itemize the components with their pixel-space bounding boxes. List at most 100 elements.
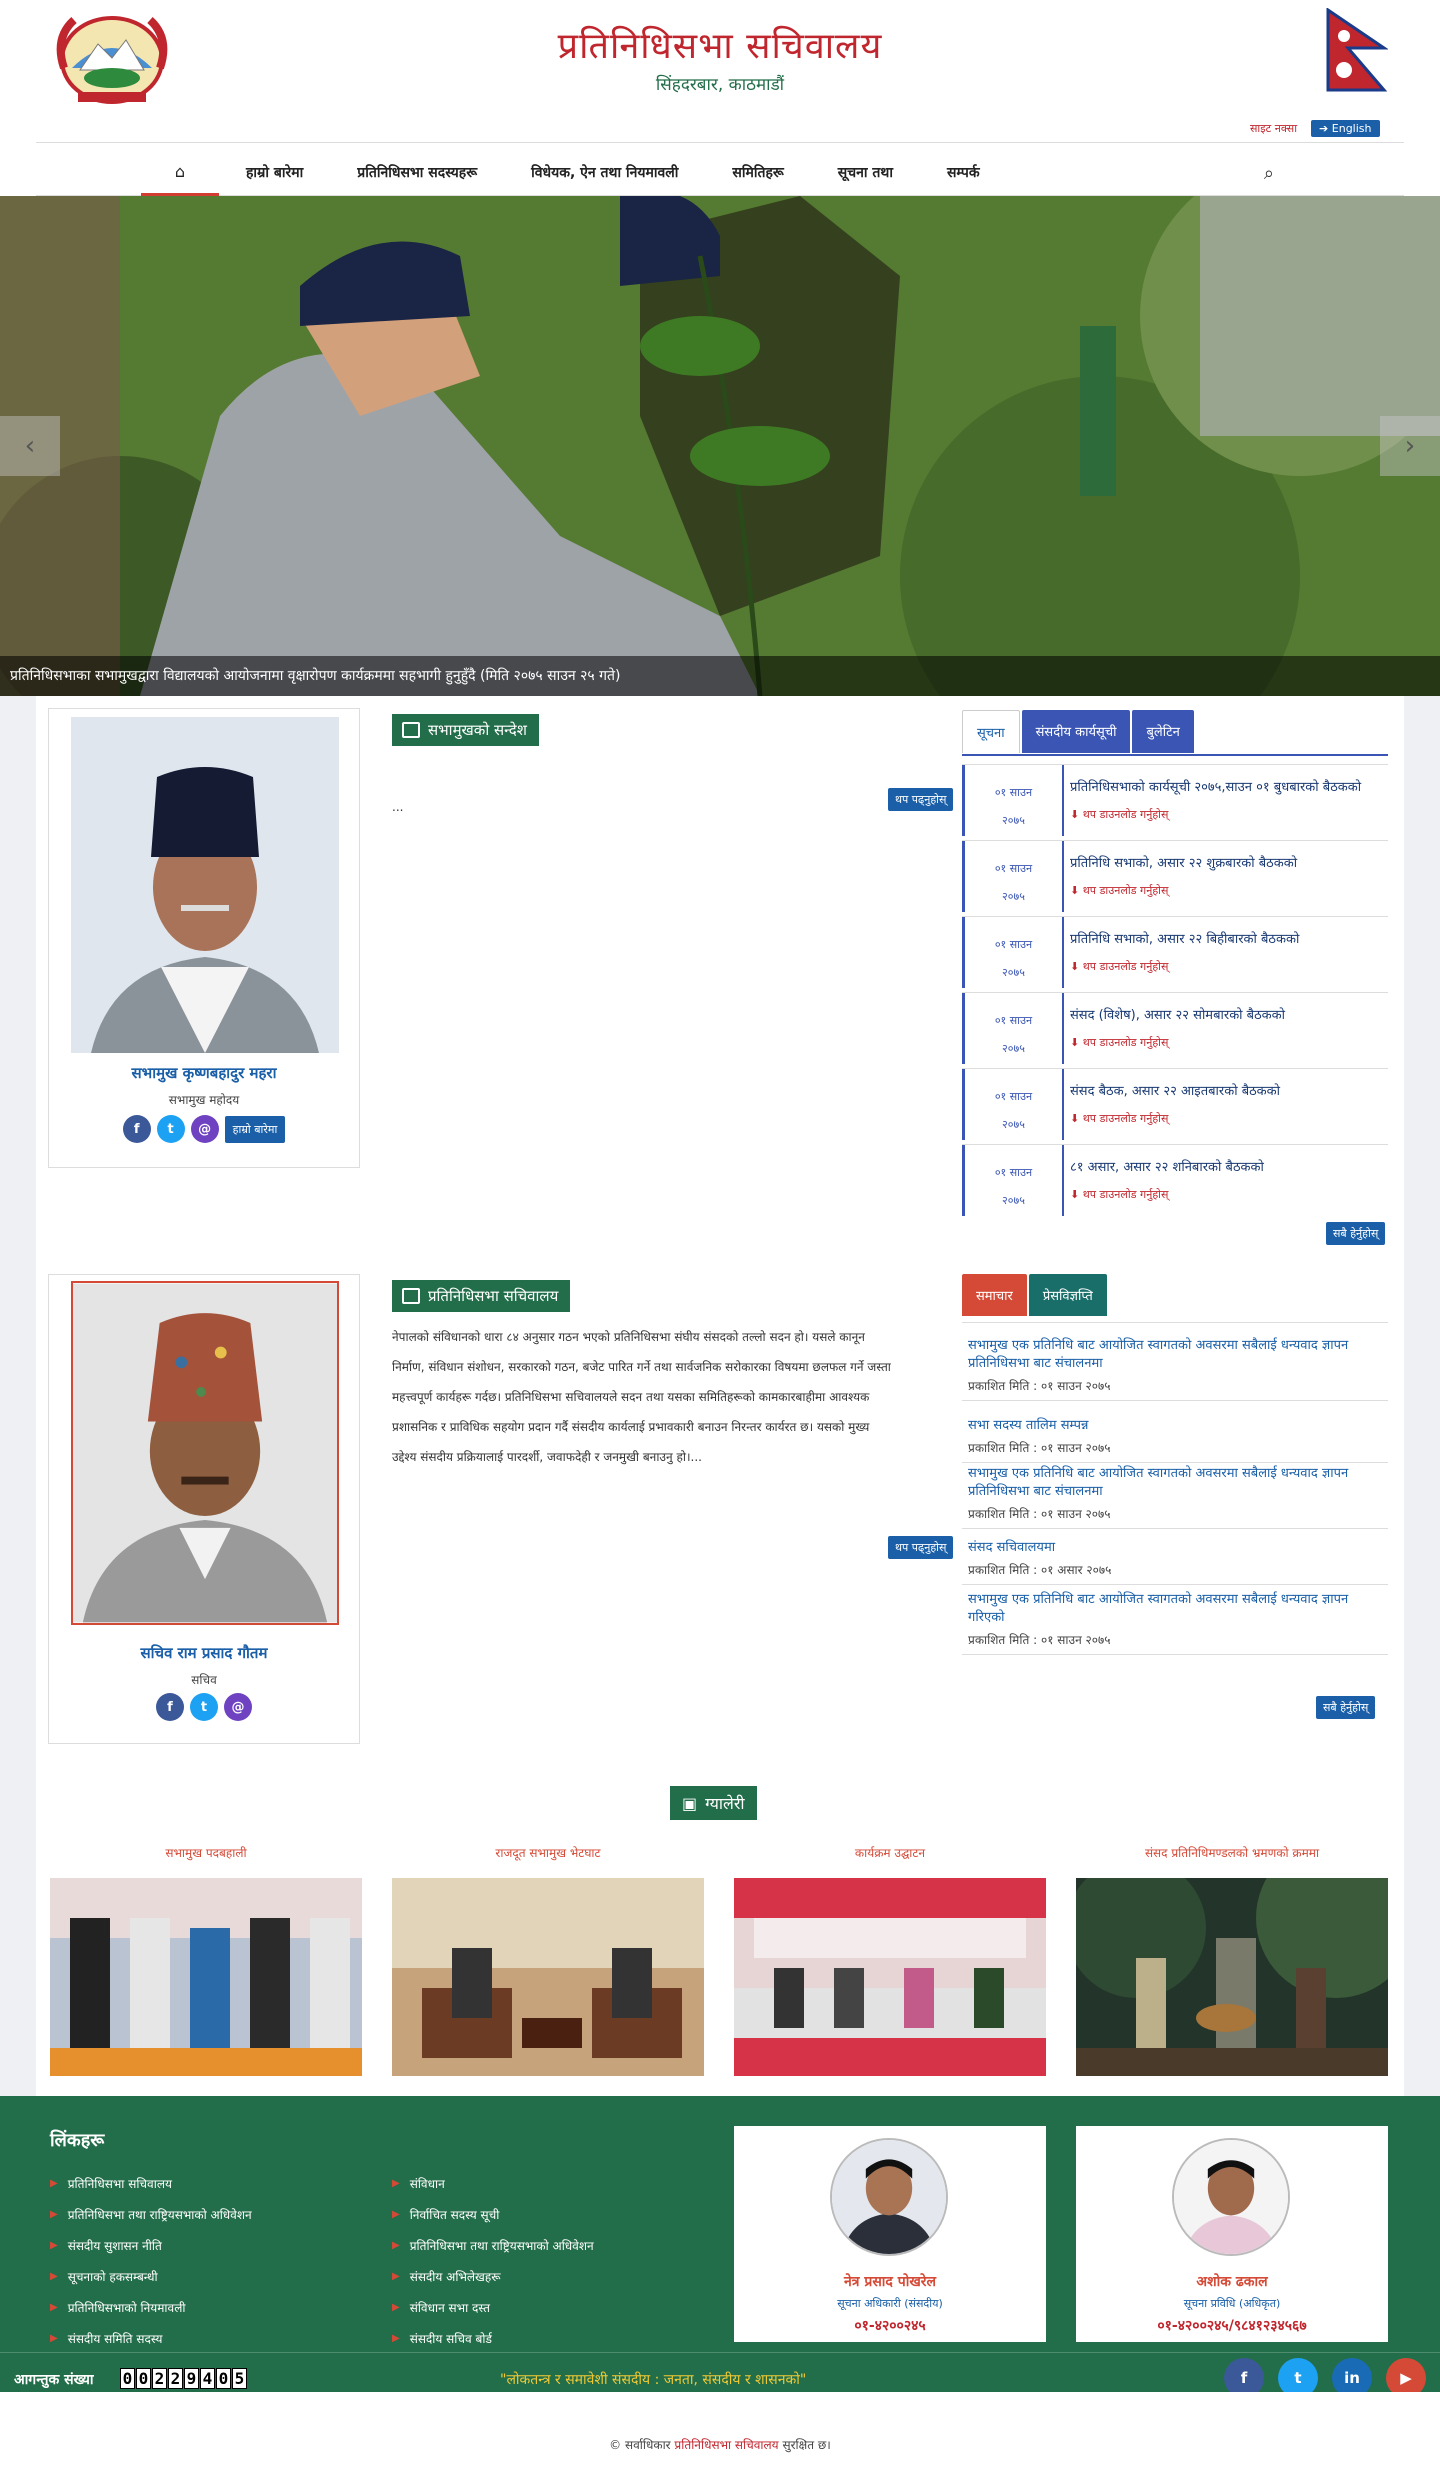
email-icon[interactable]: @ (224, 1693, 252, 1721)
gallery-image[interactable] (734, 1878, 1046, 2076)
list-item[interactable]: सभामुख एक प्रतिनिधि बाट आयोजित स्वागतको … (962, 1459, 1388, 1529)
notice-title[interactable]: प्रतिनिधि सभाको, असार २२ शुक्रबारको बैठक… (1070, 853, 1382, 871)
list-item[interactable]: ०१ साउन २०७५ संसद बैठक, असार २२ आइतबारको … (962, 1068, 1388, 1140)
tab-news[interactable]: समाचार (962, 1274, 1027, 1316)
officer-phone[interactable]: ०१-४२००२४५/९८४१२३४५६७ (1076, 2316, 1388, 2335)
footer-link[interactable]: ▶ संविधान (392, 2168, 594, 2199)
footer-link[interactable]: ▶ संसदीय सुशासन नीति (50, 2230, 252, 2261)
email-icon[interactable]: @ (190, 1115, 219, 1143)
footer-link-label[interactable]: संसदीय समिति सदस्य (68, 2330, 163, 2347)
nav-item-about[interactable]: हाम्रो बारेमा (219, 163, 330, 182)
footer-link-label[interactable]: संसदीय अभिलेखहरू (410, 2268, 501, 2285)
footer-link-label[interactable]: सूचनाको हकसम्बन्धी (68, 2268, 158, 2285)
download-link[interactable]: ⬇ थप डाउनलोड गर्नुहोस् (1070, 1187, 1382, 1202)
footer-link-label[interactable]: प्रतिनिधिसभा तथा राष्ट्रियसभाको अधिवेशन (410, 2237, 594, 2254)
tab-bulletin[interactable]: बुलेटिन (1132, 710, 1194, 753)
notice-title[interactable]: ८१ असार, असार २२ शनिबारको बैठकको (1070, 1157, 1382, 1175)
footer-link-label[interactable]: संसदीय सुशासन नीति (68, 2237, 162, 2254)
footer-link-label[interactable]: संसदीय सचिव बोर्ड (410, 2330, 492, 2347)
footer-link[interactable]: ▶ संसदीय अभिलेखहरू (392, 2261, 594, 2292)
tab-press[interactable]: प्रेसविज्ञप्ति (1028, 1274, 1107, 1316)
footer-link[interactable]: ▶ प्रतिनिधिसभा तथा राष्ट्रियसभाको अधिवेशन (392, 2230, 594, 2261)
notice-title[interactable]: संसद बैठक, असार २२ आइतबारको बैठकको (1070, 1081, 1382, 1099)
nav-item-contact[interactable]: सम्पर्क (920, 163, 1007, 182)
footer-link-label[interactable]: प्रतिनिधिसभा सचिवालय (68, 2175, 172, 2192)
footer-link[interactable]: ▶ सूचनाको हकसम्बन्धी (50, 2261, 252, 2292)
secretary-name[interactable]: सचिव राम प्रसाद गौतम (49, 1643, 359, 1663)
download-link[interactable]: ⬇ थप डाउनलोड गर्नुहोस् (1070, 1111, 1382, 1126)
twitter-icon[interactable]: t (190, 1693, 218, 1721)
speaker-name[interactable]: सभामुख कृष्णबहादुर महरा (49, 1063, 359, 1083)
news-all-button[interactable]: सबै हेर्नुहोस् (1316, 1696, 1376, 1719)
home-icon[interactable]: ⌂ (141, 150, 219, 196)
footer-link-label[interactable]: संविधान (410, 2175, 445, 2192)
gallery-caption[interactable]: राजदूत सभामुख भेटघाट (392, 1844, 704, 1878)
gallery-image[interactable] (50, 1878, 362, 2076)
news-title[interactable]: सभामुख एक प्रतिनिधि बाट आयोजित स्वागतको … (968, 1465, 1382, 1501)
caret-right-icon: ▶ (50, 2209, 58, 2220)
search-icon[interactable]: ⌕ (1264, 163, 1274, 184)
footer-link[interactable]: ▶ निर्वाचित सदस्य सूची (392, 2199, 594, 2230)
footer-link[interactable]: ▶ संविधान सभा दस्त (392, 2292, 594, 2323)
nav-item-committees[interactable]: समितिहरू (705, 163, 810, 182)
footer-link[interactable]: ▶ संसदीय समिति सदस्य (50, 2323, 252, 2354)
footer-link[interactable]: ▶ प्रतिनिधिसभा तथा राष्ट्रियसभाको अधिवेशन (50, 2199, 252, 2230)
list-item[interactable]: ०१ साउन २०७५ प्रतिनिधि सभाको, असार २२ शुक… (962, 840, 1388, 912)
footer-link[interactable]: ▶ प्रतिनिधिसभा सचिवालय (50, 2168, 252, 2199)
tab-agenda[interactable]: संसदीय कार्यसूची (1021, 710, 1131, 753)
footer-link-label[interactable]: संविधान सभा दस्त (410, 2299, 490, 2316)
hero-prev-button[interactable]: ‹ (0, 416, 60, 476)
secretariat-readmore-button[interactable]: थप पढ्नुहोस् (888, 1536, 954, 1559)
gallery-caption[interactable]: सभामुख पदबहाली (50, 1844, 362, 1878)
news-title[interactable]: सभामुख एक प्रतिनिधि बाट आयोजित स्वागतको … (968, 1337, 1382, 1373)
footer-link[interactable]: ▶ प्रतिनिधिसभाको नियमावली (50, 2292, 252, 2323)
footer-link-label[interactable]: प्रतिनिधिसभा तथा राष्ट्रियसभाको अधिवेशन (68, 2206, 252, 2223)
download-link[interactable]: ⬇ थप डाउनलोड गर्नुहोस् (1070, 1035, 1382, 1050)
officer-phone[interactable]: ०१-४२००२४५ (734, 2316, 1046, 2335)
notice-title[interactable]: प्रतिनिधिसभाको कार्यसूची २०७५,साउन ०१ बु… (1070, 777, 1382, 795)
facebook-icon[interactable]: f (122, 1115, 151, 1143)
notice-title[interactable]: प्रतिनिधि सभाको, असार २२ बिहीबारको बैठकक… (1070, 929, 1382, 947)
counter-digit: 5 (232, 2368, 247, 2389)
list-item[interactable]: ०१ साउन २०७५ ८१ असार, असार २२ शनिबारको बै… (962, 1144, 1388, 1216)
hero-slider[interactable]: ‹ › प्रतिनिधिसभाका सभामुखद्वारा विद्यालय… (0, 196, 1440, 696)
notice-title[interactable]: संसद (विशेष), असार २२ सोमबारको बैठकको (1070, 1005, 1382, 1023)
gallery-item[interactable]: संसद प्रतिनिधिमण्डलको भ्रमणको क्रममा (1066, 1838, 1416, 2080)
gallery-image[interactable] (392, 1878, 704, 2076)
gallery-item[interactable]: राजदूत सभामुख भेटघाट (392, 1844, 704, 2080)
footer-link-label[interactable]: निर्वाचित सदस्य सूची (410, 2206, 500, 2223)
download-link[interactable]: ⬇ थप डाउनलोड गर्नुहोस् (1070, 807, 1382, 822)
twitter-icon[interactable]: t (156, 1115, 185, 1143)
nav-item-bills[interactable]: विधेयक, ऐन तथा नियमावली (504, 163, 705, 182)
speaker-readmore-button[interactable]: थप पढ्नुहोस् (888, 788, 954, 811)
list-item[interactable]: सभामुख एक प्रतिनिधि बाट आयोजित स्वागतको … (962, 1585, 1388, 1655)
gallery-item[interactable]: सभामुख पदबहाली (50, 1844, 362, 2080)
hero-next-button[interactable]: › (1380, 416, 1440, 476)
sitemap-link[interactable]: साइट नक्सा (1250, 121, 1297, 136)
download-link[interactable]: ⬇ थप डाउनलोड गर्नुहोस् (1070, 883, 1382, 898)
facebook-icon[interactable]: f (156, 1693, 184, 1721)
speaker-bio-button[interactable]: हाम्रो बारेमा (224, 1115, 286, 1143)
news-title[interactable]: संसद सचिवालयमा (968, 1539, 1382, 1557)
footer-link-label[interactable]: प्रतिनिधिसभाको नियमावली (68, 2299, 186, 2316)
english-button[interactable]: ➔ English (1311, 120, 1380, 137)
gallery-image[interactable] (1066, 1838, 1416, 2076)
download-link[interactable]: ⬇ थप डाउनलोड गर्नुहोस् (1070, 959, 1382, 974)
nav-item-members[interactable]: प्रतिनिधिसभा सदस्यहरू (330, 163, 504, 182)
gallery-caption[interactable]: कार्यक्रम उद्घाटन (734, 1844, 1046, 1878)
news-title[interactable]: सभा सदस्य तालिम सम्पन्न (968, 1417, 1382, 1435)
copyright-org-link[interactable]: प्रतिनिधिसभा सचिवालय (674, 2438, 778, 2452)
list-item[interactable]: ०१ साउन २०७५ संसद (विशेष), असार २२ सोमबार… (962, 992, 1388, 1064)
list-item[interactable]: संसद सचिवालयमा प्रकाशित मिति : ०१ असार २… (962, 1533, 1388, 1585)
list-item[interactable]: ०१ साउन २०७५ प्रतिनिधि सभाको, असार २२ बिह… (962, 916, 1388, 988)
news-title[interactable]: सभामुख एक प्रतिनिधि बाट आयोजित स्वागतको … (968, 1591, 1382, 1627)
list-item[interactable]: ०१ साउन २०७५ प्रतिनिधिसभाको कार्यसूची २०७… (962, 764, 1388, 836)
gallery-caption[interactable]: संसद प्रतिनिधिमण्डलको भ्रमणको क्रममा (1076, 1844, 1388, 1878)
notices-all-button[interactable]: सबै हेर्नुहोस् (1326, 1222, 1386, 1245)
list-item[interactable]: सभामुख एक प्रतिनिधि बाट आयोजित स्वागतको … (962, 1331, 1388, 1401)
nav-item-info[interactable]: सूचना तथा (811, 163, 920, 182)
gallery-item[interactable]: कार्यक्रम उद्घाटन (734, 1844, 1046, 2080)
tab-notice[interactable]: सूचना (962, 710, 1020, 753)
list-item[interactable]: सभा सदस्य तालिम सम्पन्न प्रकाशित मिति : … (962, 1411, 1388, 1463)
footer-link[interactable]: ▶ संसदीय सचिव बोर्ड (392, 2323, 594, 2354)
